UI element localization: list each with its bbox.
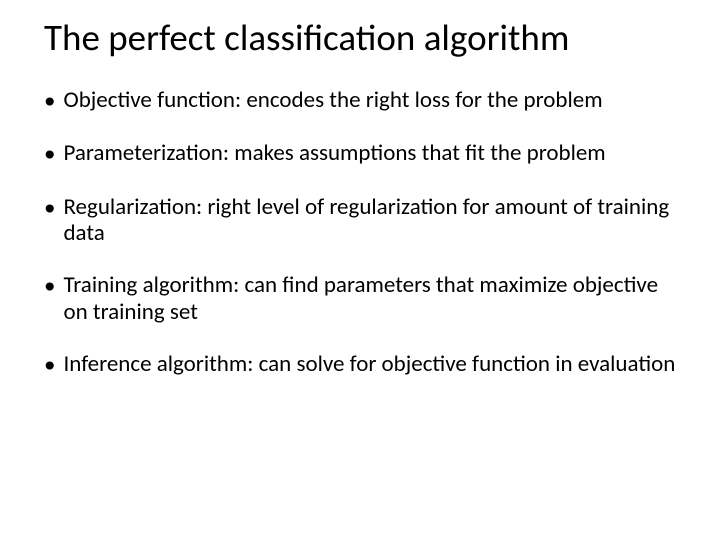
list-item: • Parameterization: makes assumptions th… [44, 140, 680, 167]
bullet-text: Regularization: right level of regulariz… [63, 194, 680, 247]
slide: The perfect classification algorithm • O… [0, 0, 720, 540]
bullet-icon: • [44, 273, 55, 299]
slide-body: • Objective function: encodes the right … [44, 87, 680, 379]
bullet-icon: • [44, 352, 55, 378]
bullet-icon: • [44, 88, 55, 114]
bullet-icon: • [44, 195, 55, 221]
bullet-icon: • [44, 141, 55, 167]
bullet-text: Training algorithm: can find parameters … [63, 272, 680, 325]
list-item: • Training algorithm: can find parameter… [44, 272, 680, 325]
slide-title: The perfect classification algorithm [44, 18, 680, 59]
list-item: • Inference algorithm: can solve for obj… [44, 351, 680, 378]
list-item: • Regularization: right level of regular… [44, 194, 680, 247]
bullet-text: Inference algorithm: can solve for objec… [63, 351, 680, 377]
list-item: • Objective function: encodes the right … [44, 87, 680, 114]
bullet-text: Objective function: encodes the right lo… [63, 87, 680, 113]
bullet-text: Parameterization: makes assumptions that… [63, 140, 680, 166]
